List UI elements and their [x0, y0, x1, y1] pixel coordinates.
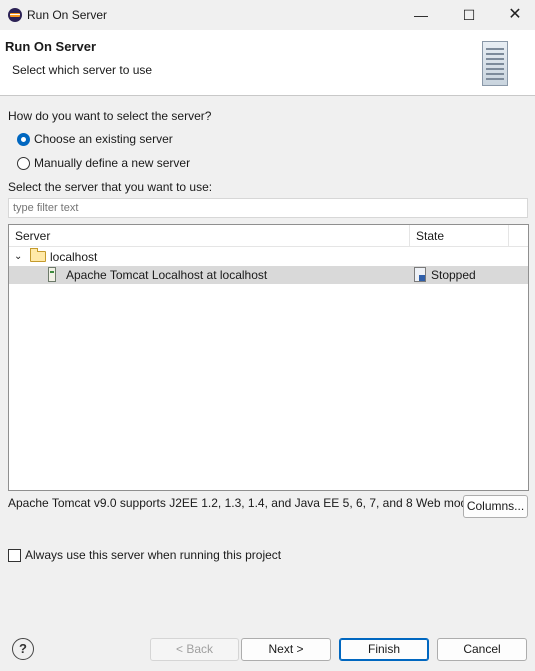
server-list-label: Select the server that you want to use:: [8, 180, 213, 194]
server-stopped-icon: [414, 267, 426, 282]
server-name: Apache Tomcat Localhost at localhost: [66, 268, 268, 282]
back-button[interactable]: < Back: [150, 638, 239, 661]
server-description: Apache Tomcat v9.0 supports J2EE 1.2, 1.…: [8, 496, 493, 510]
table-header: Server State: [9, 225, 528, 247]
always-use-checkbox-row[interactable]: Always use this server when running this…: [8, 548, 281, 562]
columns-button[interactable]: Columns...: [463, 495, 528, 518]
folder-icon: [30, 248, 46, 262]
choose-existing-label: Choose an existing server: [34, 132, 173, 146]
server-banner-icon: [482, 41, 508, 86]
help-icon[interactable]: ?: [12, 638, 34, 660]
define-new-label: Manually define a new server: [34, 156, 191, 170]
filter-input[interactable]: [8, 198, 528, 218]
radio-button-unchecked[interactable]: [17, 156, 30, 170]
column-header-server[interactable]: Server: [9, 225, 410, 247]
define-new-radio[interactable]: Manually define a new server: [17, 156, 190, 170]
radio-button-checked[interactable]: [17, 132, 30, 146]
cancel-button[interactable]: Cancel: [437, 638, 527, 661]
server-state: Stopped: [431, 268, 476, 282]
always-use-label: Always use this server when running this…: [25, 548, 282, 562]
maximize-button[interactable]: ☐: [446, 0, 492, 30]
close-button[interactable]: ✕: [492, 0, 535, 30]
eclipse-logo-icon: [8, 8, 22, 22]
next-button[interactable]: Next >: [241, 638, 331, 661]
group-label: localhost: [50, 250, 98, 264]
banner-title: Run On Server: [5, 39, 97, 54]
column-header-state[interactable]: State: [410, 225, 509, 247]
window-title: Run On Server: [27, 8, 108, 22]
finish-button[interactable]: Finish: [339, 638, 429, 661]
table-row[interactable]: Apache Tomcat Localhost at localhost Sto…: [9, 266, 528, 284]
minimize-button[interactable]: —: [398, 0, 444, 30]
banner-subtitle: Select which server to use: [12, 63, 153, 77]
title-bar: Run On Server — ☐ ✕: [0, 0, 535, 30]
chevron-down-icon[interactable]: ⌄: [14, 248, 22, 266]
table-row-group[interactable]: ⌄ localhost: [9, 248, 528, 266]
selection-question: How do you want to select the server?: [8, 109, 212, 123]
choose-existing-radio[interactable]: Choose an existing server: [17, 132, 173, 146]
always-use-checkbox[interactable]: [8, 548, 21, 562]
wizard-banner: Run On Server Select which server to use: [0, 30, 535, 96]
tomcat-server-icon: [48, 267, 56, 282]
server-table[interactable]: Server State ⌄ localhost Apache Tomcat L…: [8, 224, 529, 491]
